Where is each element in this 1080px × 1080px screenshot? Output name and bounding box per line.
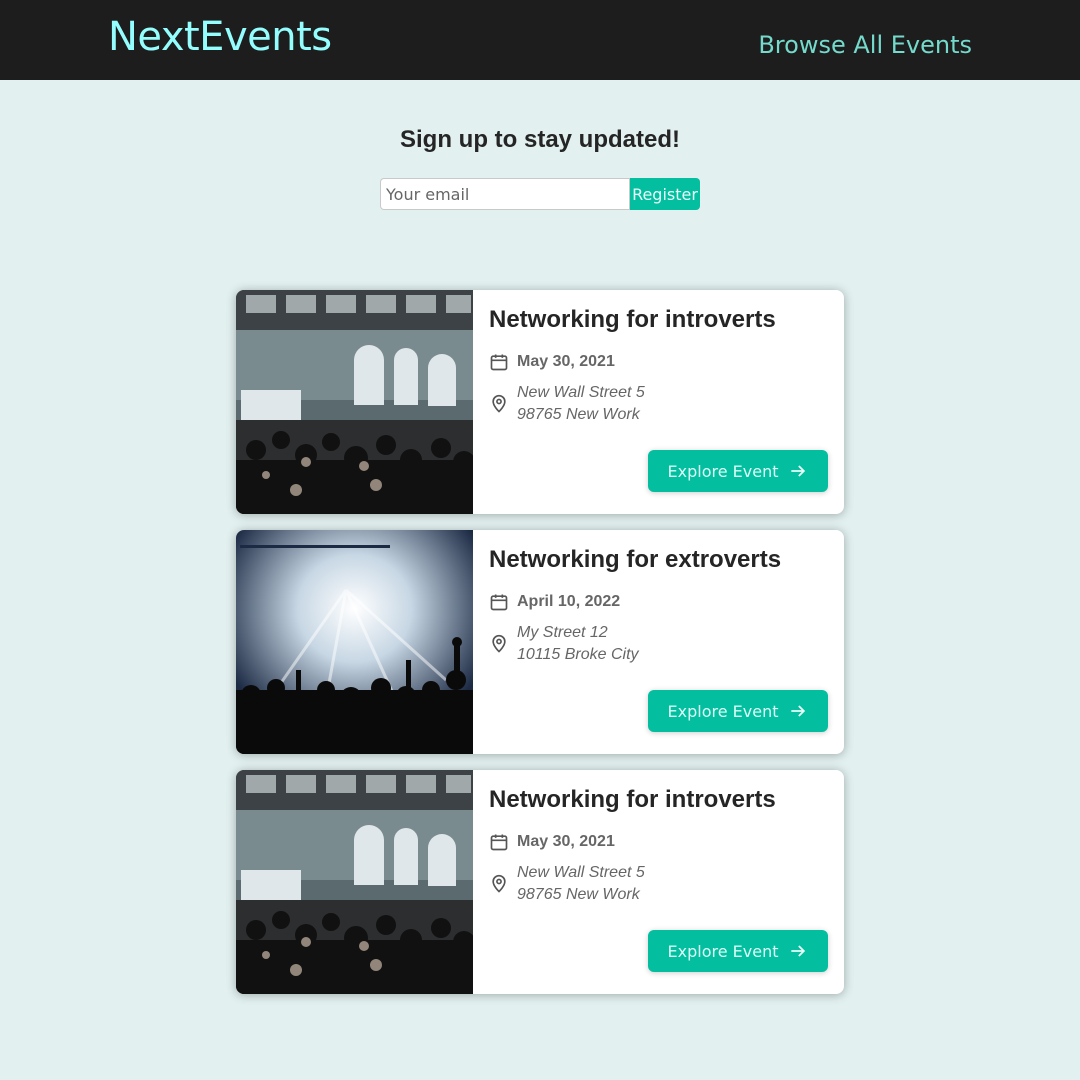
event-title: Networking for introverts: [489, 306, 776, 333]
event-address-row: New Wall Street 5 98765 New Work: [489, 862, 645, 906]
map-pin-icon: [489, 394, 509, 414]
explore-event-button[interactable]: Explore Event: [648, 450, 828, 492]
register-button[interactable]: Register: [630, 178, 700, 210]
event-list: Networking for introverts May 30, 2021 N…: [236, 290, 844, 1010]
address-line-2: 98765 New Work: [517, 406, 640, 423]
conference-hall-photo: [236, 770, 473, 994]
event-date-row: May 30, 2021: [489, 352, 615, 372]
calendar-icon: [489, 352, 509, 372]
address-line-2: 98765 New Work: [517, 886, 640, 903]
calendar-icon: [489, 832, 509, 852]
arrow-right-icon: [788, 701, 808, 721]
event-title: Networking for introverts: [489, 786, 776, 813]
newsletter-form: Register: [380, 178, 700, 210]
event-address-row: New Wall Street 5 98765 New Work: [489, 382, 645, 426]
event-content: Networking for introverts May 30, 2021 N…: [489, 770, 828, 994]
map-pin-icon: [489, 634, 509, 654]
arrow-right-icon: [788, 941, 808, 961]
address-line-1: New Wall Street 5: [517, 864, 645, 881]
email-input[interactable]: [380, 178, 630, 210]
event-address-row: My Street 12 10115 Broke City: [489, 622, 639, 666]
event-card: Networking for introverts May 30, 2021 N…: [236, 770, 844, 994]
explore-event-label: Explore Event: [667, 461, 779, 481]
conference-hall-photo: [236, 290, 473, 514]
event-date: May 30, 2021: [517, 353, 615, 370]
calendar-icon: [489, 592, 509, 612]
event-date-row: April 10, 2022: [489, 592, 620, 612]
signup-title: Sign up to stay updated!: [400, 126, 680, 153]
event-date: April 10, 2022: [517, 593, 621, 610]
event-date: May 30, 2021: [517, 833, 615, 850]
explore-event-label: Explore Event: [667, 701, 779, 721]
explore-event-button[interactable]: Explore Event: [648, 930, 828, 972]
address-line-1: New Wall Street 5: [517, 384, 645, 401]
event-title: Networking for extroverts: [489, 546, 782, 573]
event-address: New Wall Street 5 98765 New Work: [517, 862, 645, 906]
event-address: New Wall Street 5 98765 New Work: [517, 382, 645, 426]
logo-link[interactable]: NextEvents: [108, 14, 332, 60]
event-date-row: May 30, 2021: [489, 832, 615, 852]
event-card: Networking for extroverts April 10, 2022…: [236, 530, 844, 754]
concert-crowd-photo: [236, 530, 473, 754]
map-pin-icon: [489, 874, 509, 894]
browse-all-events-link[interactable]: Browse All Events: [758, 31, 972, 59]
address-line-2: 10115 Broke City: [517, 646, 639, 663]
event-content: Networking for extroverts April 10, 2022…: [489, 530, 828, 754]
address-line-1: My Street 12: [517, 624, 608, 641]
explore-event-button[interactable]: Explore Event: [648, 690, 828, 732]
arrow-right-icon: [788, 461, 808, 481]
event-content: Networking for introverts May 30, 2021 N…: [489, 290, 828, 514]
explore-event-label: Explore Event: [667, 941, 779, 961]
event-card: Networking for introverts May 30, 2021 N…: [236, 290, 844, 514]
event-address: My Street 12 10115 Broke City: [517, 622, 639, 666]
site-header: NextEvents Browse All Events: [0, 0, 1080, 80]
